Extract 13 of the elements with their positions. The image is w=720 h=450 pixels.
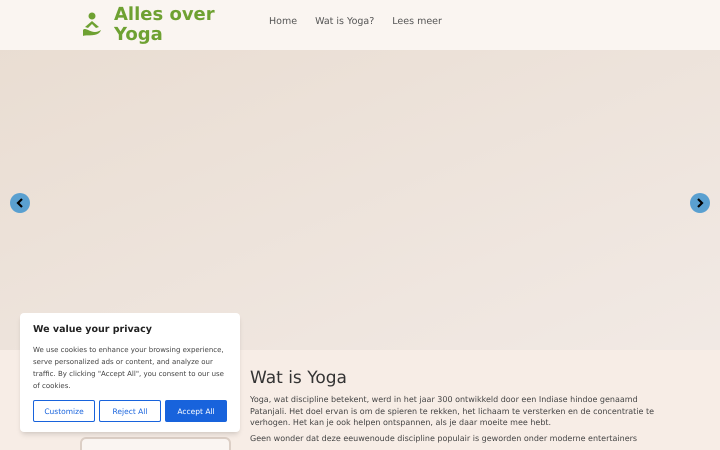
next-button[interactable]: [690, 193, 710, 213]
nav-link[interactable]: Home: [269, 14, 298, 30]
chevron-left-icon: [15, 198, 25, 208]
previous-button[interactable]: [10, 193, 30, 213]
meditation-icon: [80, 12, 104, 38]
chevron-right-icon: [695, 198, 705, 208]
site-title[interactable]: Alles over Yoga: [114, 5, 264, 45]
cookie-title: We value your privacy: [33, 323, 153, 337]
article-paragraph: Geen wonder dat deze eeuwenoude discipline populair is geworden onder moderne entertainers: [250, 432, 638, 444]
nav-link[interactable]: Wat is Yoga?: [315, 14, 374, 30]
article-paragraph: Yoga, wat discipline betekent, werd in het jaar 300 ontwikkeld door een Indiase hindoe genaamd Patanjali. Het doel ervan is om de spieren te rekken, het lichaam te versterken en de concentratie te verhogen. Het kan je ook helpen ontspannen, als je daar moeite mee hebt.: [250, 394, 656, 428]
nav-link[interactable]: Lees meer: [392, 14, 442, 30]
article-heading: Wat is Yoga: [250, 367, 348, 390]
